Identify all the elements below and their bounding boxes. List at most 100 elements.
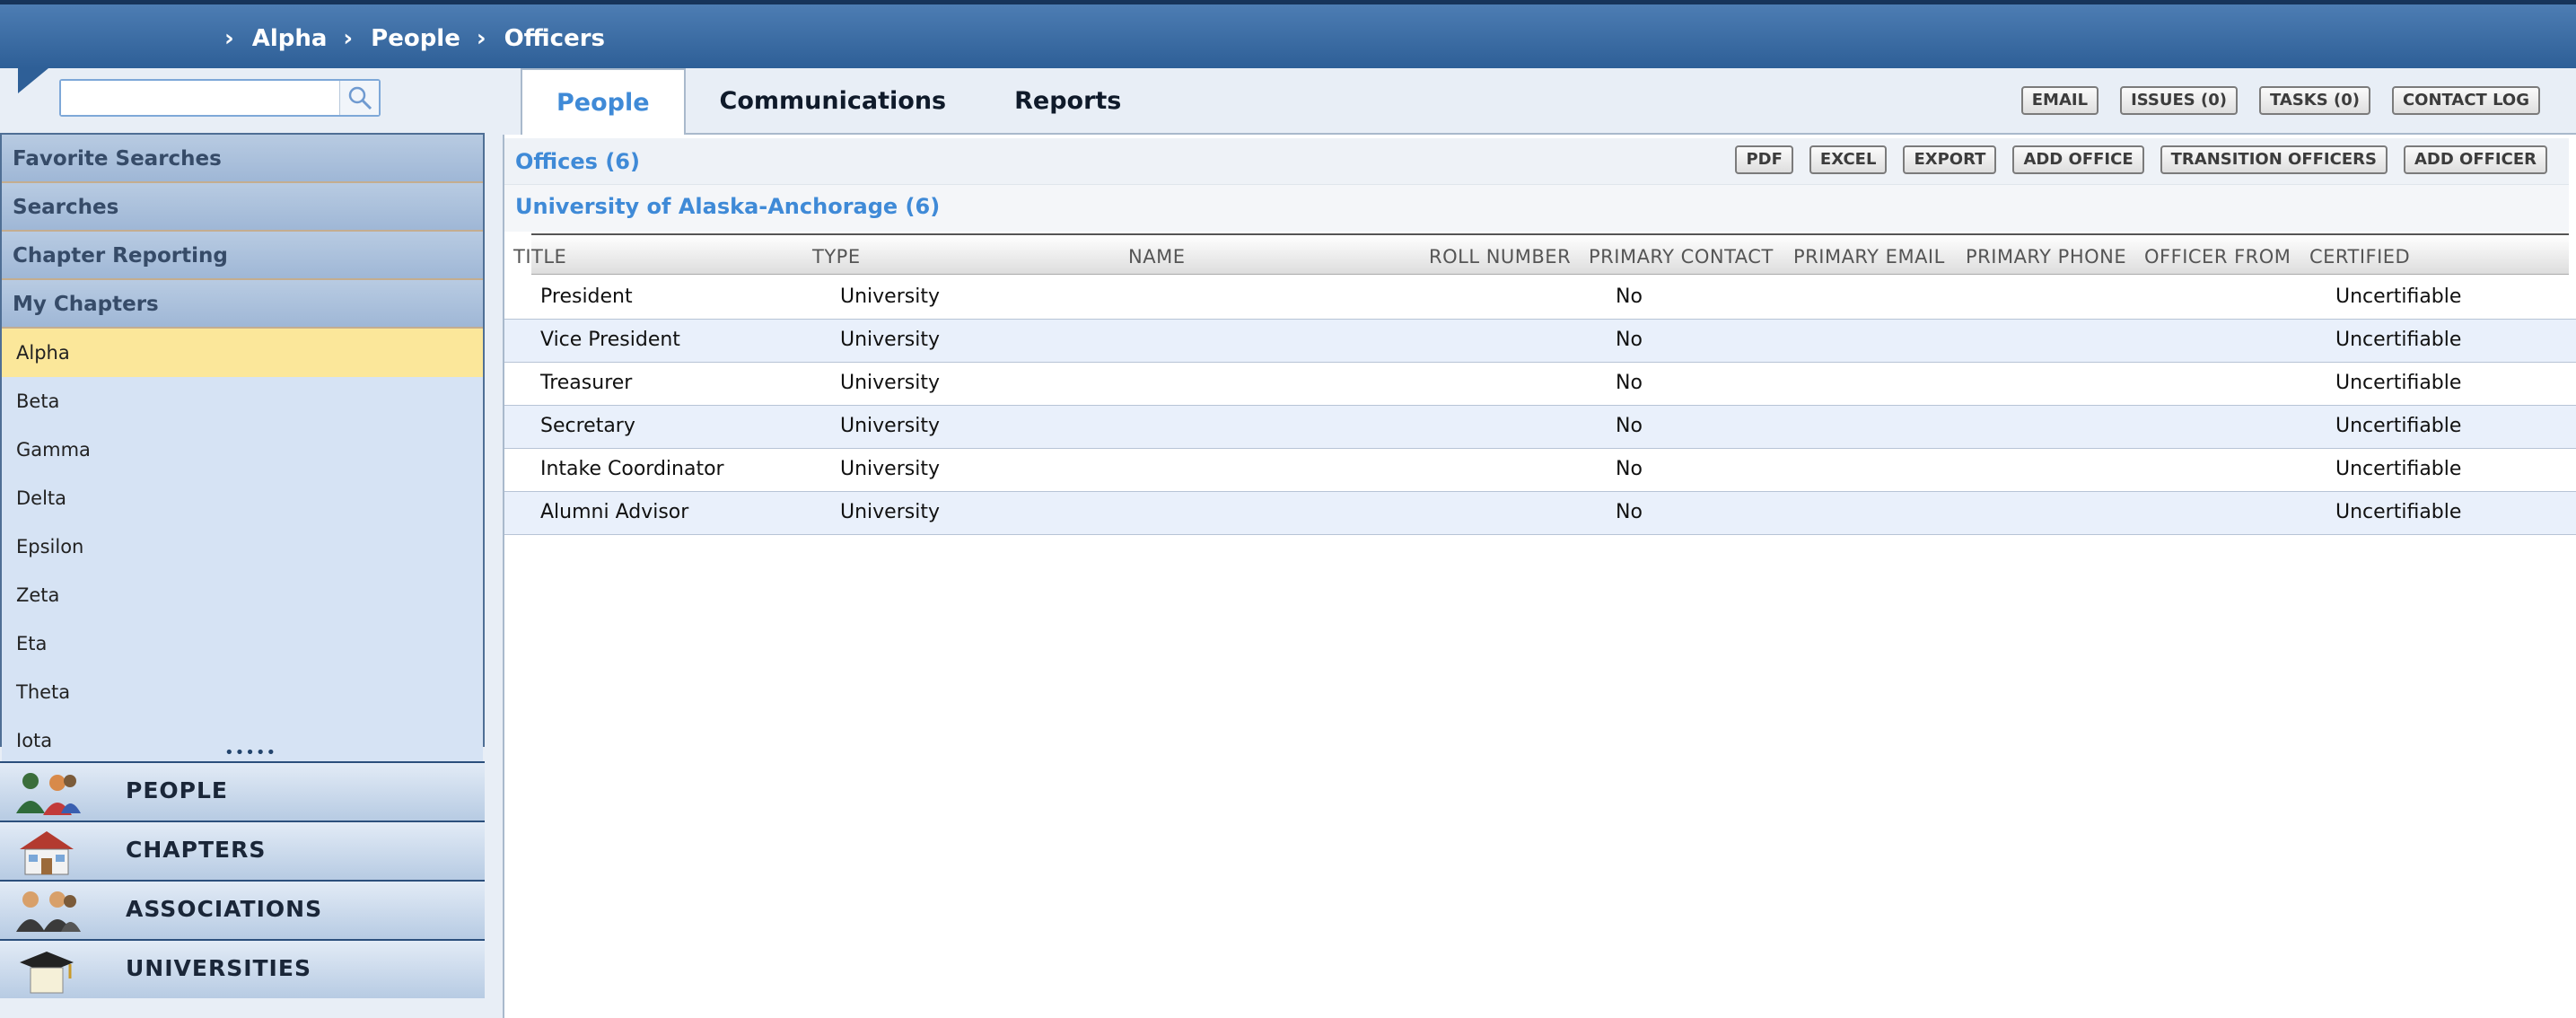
chapter-item-delta[interactable]: Delta bbox=[2, 474, 483, 522]
col-officer-from[interactable]: OFFICER FROM bbox=[2144, 246, 2291, 268]
cell-type: University bbox=[840, 285, 940, 308]
tasks-button[interactable]: TASKS (0) bbox=[2259, 86, 2370, 115]
table-header: TITLE TYPE NAME ROLL NUMBER PRIMARY CONT… bbox=[513, 233, 2569, 275]
offices-actions: PDF EXCEL EXPORT ADD OFFICE TRANSITION O… bbox=[1735, 145, 2547, 174]
chapter-item-zeta[interactable]: Zeta bbox=[2, 571, 483, 619]
group-icon bbox=[16, 891, 81, 932]
tab-communications[interactable]: Communications bbox=[685, 68, 981, 135]
tab-reports[interactable]: Reports bbox=[980, 68, 1156, 135]
cell-type: University bbox=[840, 415, 940, 437]
breadcrumb-item-alpha[interactable]: Alpha bbox=[252, 25, 328, 52]
cell-title: Treasurer bbox=[540, 372, 633, 394]
chapter-item-theta[interactable]: Theta bbox=[2, 668, 483, 716]
chapter-item-alpha[interactable]: Alpha bbox=[2, 329, 483, 377]
col-certified[interactable]: CERTIFIED bbox=[2309, 246, 2410, 268]
col-name[interactable]: NAME bbox=[1128, 246, 1185, 268]
sidebar-chapter-reporting[interactable]: Chapter Reporting bbox=[2, 232, 483, 280]
table-row[interactable]: Intake Coordinator University No Uncertifia… bbox=[504, 449, 2576, 492]
module-associations-label: ASSOCIATIONS bbox=[126, 896, 323, 922]
module-universities-label: UNIVERSITIES bbox=[126, 955, 311, 981]
module-universities[interactable]: UNIVERSITIES bbox=[0, 939, 485, 998]
sidebar: Favorite Searches Searches Chapter Repor… bbox=[0, 133, 485, 765]
table-row[interactable]: Alumni Advisor University No Uncertifiable bbox=[504, 492, 2576, 535]
cell-contact: No bbox=[1616, 501, 1643, 523]
cell-certified: Uncertifiable bbox=[2335, 329, 2462, 351]
house-icon bbox=[20, 831, 74, 875]
add-office-button[interactable]: ADD OFFICE bbox=[2012, 145, 2144, 174]
chevron-right-icon: › bbox=[224, 25, 234, 52]
col-title[interactable]: TITLE bbox=[513, 246, 566, 268]
issues-button[interactable]: ISSUES (0) bbox=[2120, 86, 2239, 115]
col-primary-phone[interactable]: PRIMARY PHONE bbox=[1966, 246, 2126, 268]
table-row[interactable]: Treasurer University No Uncertifiable bbox=[504, 363, 2576, 406]
cell-contact: No bbox=[1616, 329, 1643, 351]
cell-certified: Uncertifiable bbox=[2335, 415, 2462, 437]
cell-title: President bbox=[540, 285, 633, 308]
search-icon bbox=[348, 86, 372, 110]
chevron-right-icon: › bbox=[476, 25, 486, 52]
group-title[interactable]: University of Alaska-Anchorage (6) bbox=[515, 194, 940, 219]
breadcrumb: › Alpha › People › Officers bbox=[224, 21, 621, 57]
corner-flag bbox=[18, 68, 48, 93]
tab-people[interactable]: People bbox=[521, 68, 686, 135]
cell-type: University bbox=[840, 501, 940, 523]
cell-certified: Uncertifiable bbox=[2335, 458, 2462, 480]
chapter-item-gamma[interactable]: Gamma bbox=[2, 426, 483, 474]
module-people[interactable]: PEOPLE bbox=[0, 761, 485, 821]
cell-certified: Uncertifiable bbox=[2335, 285, 2462, 308]
resize-handle[interactable]: ••••• bbox=[224, 745, 276, 761]
email-button[interactable]: EMAIL bbox=[2020, 86, 2099, 115]
contact-log-button[interactable]: CONTACT LOG bbox=[2391, 86, 2540, 115]
table-row[interactable]: Secretary University No Uncertifiable bbox=[504, 406, 2576, 449]
add-officer-button[interactable]: ADD OFFICER bbox=[2403, 145, 2547, 174]
tab-bar: People Communications Reports bbox=[521, 68, 1156, 135]
col-primary-email[interactable]: PRIMARY EMAIL bbox=[1793, 246, 1945, 268]
col-roll-number[interactable]: ROLL NUMBER bbox=[1429, 246, 1571, 268]
cell-title: Alumni Advisor bbox=[540, 501, 689, 523]
top-bar: › Alpha › People › Officers bbox=[0, 0, 2576, 68]
module-chapters[interactable]: CHAPTERS bbox=[0, 821, 485, 880]
module-chapters-label: CHAPTERS bbox=[126, 837, 267, 863]
people-icon bbox=[16, 773, 81, 815]
breadcrumb-item-officers: Officers bbox=[504, 25, 606, 52]
cell-type: University bbox=[840, 372, 940, 394]
cell-title: Vice President bbox=[540, 329, 680, 351]
cell-title: Intake Coordinator bbox=[540, 458, 724, 480]
search-input[interactable] bbox=[61, 81, 339, 115]
table-row[interactable]: Vice President University No Uncertifiable bbox=[504, 320, 2576, 363]
offices-title: Offices (6) bbox=[515, 149, 640, 174]
cell-certified: Uncertifiable bbox=[2335, 501, 2462, 523]
pdf-button[interactable]: PDF bbox=[1735, 145, 1793, 174]
sidebar-favorite-searches[interactable]: Favorite Searches bbox=[2, 135, 483, 183]
sidebar-my-chapters[interactable]: My Chapters bbox=[2, 280, 483, 329]
module-people-label: PEOPLE bbox=[126, 777, 228, 803]
chapter-item-beta[interactable]: Beta bbox=[2, 377, 483, 426]
cell-type: University bbox=[840, 329, 940, 351]
cell-type: University bbox=[840, 458, 940, 480]
search-button[interactable] bbox=[339, 81, 379, 115]
cell-contact: No bbox=[1616, 372, 1643, 394]
module-nav: PEOPLE CHAPTERS ASSOCIATIONS UNIVERSITIE… bbox=[0, 761, 485, 1018]
excel-button[interactable]: EXCEL bbox=[1809, 145, 1888, 174]
cell-contact: No bbox=[1616, 458, 1643, 480]
export-button[interactable]: EXPORT bbox=[1903, 145, 1997, 174]
breadcrumb-item-people[interactable]: People bbox=[371, 25, 460, 52]
module-associations[interactable]: ASSOCIATIONS bbox=[0, 880, 485, 939]
main-content: Offices (6) PDF EXCEL EXPORT ADD OFFICE … bbox=[503, 135, 2576, 1018]
graduation-cap-icon bbox=[20, 952, 74, 994]
offices-header: Offices (6) PDF EXCEL EXPORT ADD OFFICE … bbox=[504, 138, 2569, 185]
cell-title: Secretary bbox=[540, 415, 635, 437]
cell-contact: No bbox=[1616, 285, 1643, 308]
search-box bbox=[59, 79, 381, 117]
col-type[interactable]: TYPE bbox=[812, 246, 861, 268]
chapter-item-eta[interactable]: Eta bbox=[2, 619, 483, 668]
cell-certified: Uncertifiable bbox=[2335, 372, 2462, 394]
chapter-item-epsilon[interactable]: Epsilon bbox=[2, 522, 483, 571]
table-row[interactable]: President University No Uncertifiable bbox=[504, 276, 2576, 320]
col-primary-contact[interactable]: PRIMARY CONTACT bbox=[1589, 246, 1774, 268]
cell-contact: No bbox=[1616, 415, 1643, 437]
transition-officers-button[interactable]: TRANSITION OFFICERS bbox=[2160, 145, 2388, 174]
top-actions: EMAIL ISSUES (0) TASKS (0) CONTACT LOG bbox=[2000, 86, 2540, 115]
sidebar-searches[interactable]: Searches bbox=[2, 183, 483, 232]
chevron-right-icon: › bbox=[343, 25, 354, 52]
